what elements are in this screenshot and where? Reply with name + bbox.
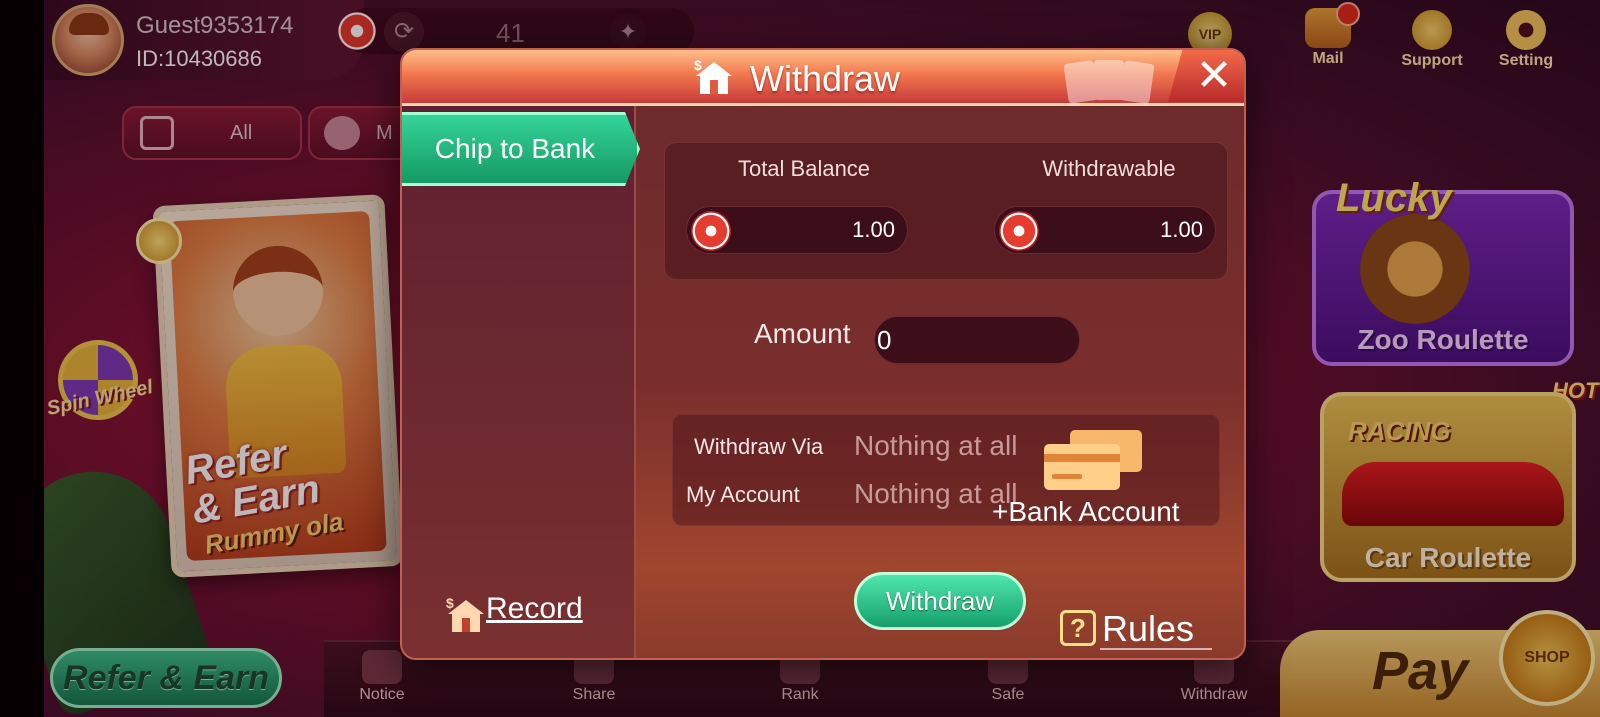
- bank-card-icon[interactable]: [1042, 428, 1144, 492]
- total-balance-value: 1.00: [852, 217, 895, 242]
- rules-link[interactable]: Rules: [1102, 608, 1194, 650]
- record-link[interactable]: Record: [486, 592, 583, 626]
- stage: Guest9353174 ID:10430686 ⟳ 41 ✦ VIP Mail…: [0, 0, 1600, 717]
- record-icon: $: [446, 595, 484, 632]
- withdraw-via-label: Withdraw Via: [694, 434, 824, 459]
- svg-text:$: $: [446, 595, 454, 611]
- amount-label: Amount: [754, 318, 851, 349]
- tab-chip-to-bank[interactable]: Chip to Bank: [402, 112, 640, 186]
- total-balance-label: Total Balance: [737, 156, 871, 181]
- withdraw-button[interactable]: Withdraw: [854, 572, 1026, 630]
- dialog-sidebar: [402, 106, 636, 658]
- question-icon: ?: [1060, 610, 1096, 646]
- withdrawable-field: 1.00: [994, 206, 1216, 254]
- total-balance-field: 1.00: [686, 206, 908, 254]
- withdrawable-label: Withdrawable: [1042, 156, 1176, 181]
- cards-decoration-icon: [1063, 60, 1155, 104]
- chip-icon: [999, 211, 1039, 251]
- withdraw-dialog: $ Withdraw ✕ Chip to Bank $ Record Total…: [400, 48, 1246, 660]
- amount-input[interactable]: 0: [874, 316, 1080, 364]
- withdraw-via-value: Nothing at all: [854, 430, 1018, 461]
- withdrawable-value: 1.00: [1160, 217, 1203, 242]
- add-bank-account-button[interactable]: +Bank Account: [992, 496, 1180, 528]
- chip-icon: [691, 211, 731, 251]
- my-account-label: My Account: [686, 482, 800, 507]
- rules-underline: [1100, 648, 1212, 650]
